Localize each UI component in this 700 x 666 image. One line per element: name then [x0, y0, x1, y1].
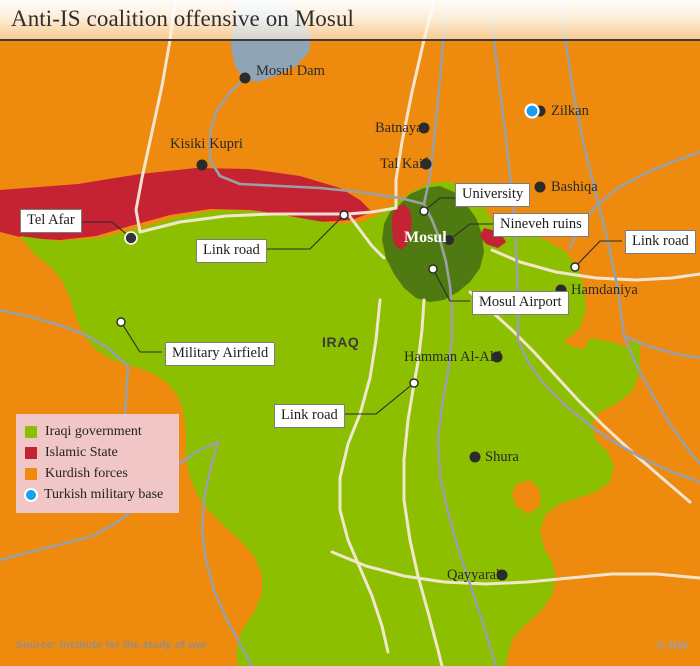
- callout-mosul-airport: Mosul Airport: [472, 291, 569, 315]
- callout-link-road-south: Link road: [274, 404, 345, 428]
- callout-link-road-east: Link road: [625, 230, 696, 254]
- city-label-shura: Shura: [485, 449, 519, 465]
- city-marker-shura: [469, 451, 481, 463]
- city-label-tal-kaif: Tal Kaif: [380, 156, 428, 172]
- legend-swatch-iraqi-government: [25, 426, 37, 438]
- city-label-hamdaniya: Hamdaniya: [571, 282, 638, 298]
- source-note: Source: Institute for the study of war: [16, 639, 207, 651]
- city-label-bashiqa: Bashiqa: [551, 179, 598, 195]
- city-label-batnaya: Batnaya: [375, 120, 423, 136]
- city-label-hamman-al-alil: Hamman Al-Alil: [404, 349, 502, 365]
- country-label-iraq: IRAQ: [322, 334, 360, 350]
- city-label-kisiki-kupri: Kisiki Kupri: [170, 136, 243, 152]
- city-label-zilkan: Zilkan: [551, 103, 589, 119]
- city-label-mosul-dam: Mosul Dam: [256, 63, 325, 79]
- legend: Iraqi government Islamic State Kurdish f…: [16, 414, 179, 513]
- legend-item-turkish-military-base: Turkish military base: [24, 485, 173, 505]
- map-canvas: [0, 0, 700, 666]
- callout-link-road-north: Link road: [196, 239, 267, 263]
- legend-label-islamic-state: Islamic State: [45, 445, 118, 460]
- legend-label-kurdish-forces: Kurdish forces: [45, 466, 128, 481]
- legend-item-islamic-state: Islamic State: [25, 443, 173, 463]
- callout-tel-afar: Tel Afar: [20, 209, 82, 233]
- legend-swatch-kurdish-forces: [25, 468, 37, 480]
- legend-item-kurdish-forces: Kurdish forces: [25, 464, 173, 484]
- callout-university: University: [455, 183, 531, 207]
- legend-swatch-islamic-state: [25, 447, 37, 459]
- map-infographic: Anti-IS coalition offensive on Mosul Mos…: [0, 0, 700, 666]
- callout-military-airfield: Military Airfield: [165, 342, 276, 366]
- city-marker-tel-afar: [124, 231, 138, 245]
- legend-item-iraqi-government: Iraqi government: [25, 422, 173, 442]
- dw-watermark: © DW: [656, 640, 688, 652]
- city-marker-kisiki-kupri: [196, 159, 208, 171]
- city-label-mosul: Mosul: [404, 229, 447, 246]
- legend-label-iraqi-government: Iraqi government: [45, 424, 142, 439]
- city-label-qayyarah: Qayyarah: [447, 567, 504, 583]
- callout-nineveh-ruins: Nineveh ruins: [493, 213, 589, 237]
- city-marker-bashiqa: [534, 181, 546, 193]
- city-marker-mosul-dam: [239, 72, 251, 84]
- turkish-military-base-marker: [524, 103, 540, 119]
- legend-swatch-turkish-military-base: [24, 488, 38, 502]
- legend-label-turkish-military-base: Turkish military base: [44, 487, 164, 502]
